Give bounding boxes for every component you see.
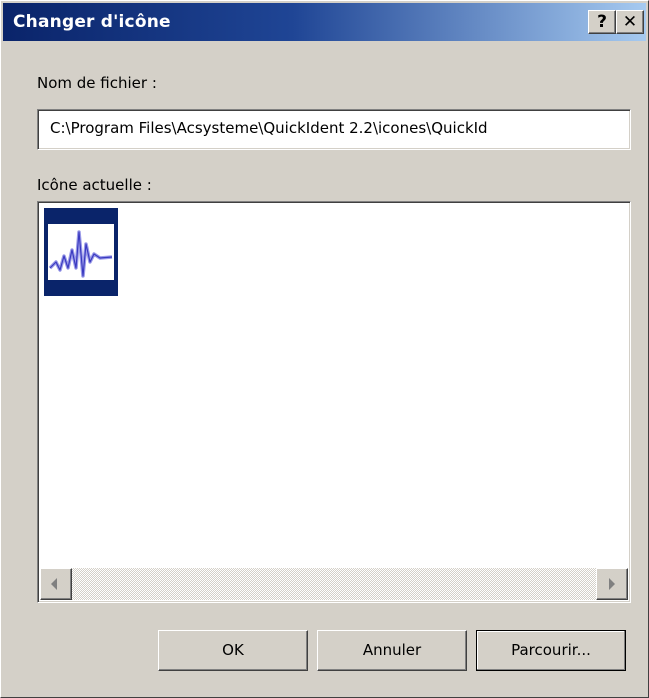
filename-input[interactable]: C:\Program Files\Acsysteme\QuickIdent 2.… bbox=[37, 109, 631, 150]
ok-button[interactable]: OK bbox=[158, 630, 308, 671]
quickident-waveform-icon bbox=[48, 224, 114, 280]
filename-label: Nom de fichier : bbox=[37, 74, 157, 92]
help-button[interactable]: ? bbox=[588, 10, 616, 34]
close-button[interactable]: ✕ bbox=[616, 10, 644, 34]
icon-list[interactable] bbox=[37, 201, 631, 603]
cancel-button[interactable]: Annuler bbox=[317, 630, 467, 671]
icon-item-selected[interactable] bbox=[44, 208, 118, 296]
horizontal-scrollbar[interactable] bbox=[40, 568, 628, 600]
help-icon: ? bbox=[597, 12, 607, 32]
title-bar[interactable]: Changer d'icône ? ✕ bbox=[3, 3, 646, 41]
current-icon-label: Icône actuelle : bbox=[37, 176, 152, 194]
scroll-left-button[interactable] bbox=[40, 568, 72, 600]
window-title: Changer d'icône bbox=[13, 12, 171, 32]
scroll-right-button[interactable] bbox=[596, 568, 628, 600]
arrow-left-icon bbox=[51, 578, 57, 590]
arrow-right-icon bbox=[609, 578, 615, 590]
browse-button[interactable]: Parcourir... bbox=[476, 630, 626, 671]
change-icon-dialog: Changer d'icône ? ✕ Nom de fichier : C:\… bbox=[0, 0, 649, 698]
close-icon: ✕ bbox=[622, 12, 638, 32]
